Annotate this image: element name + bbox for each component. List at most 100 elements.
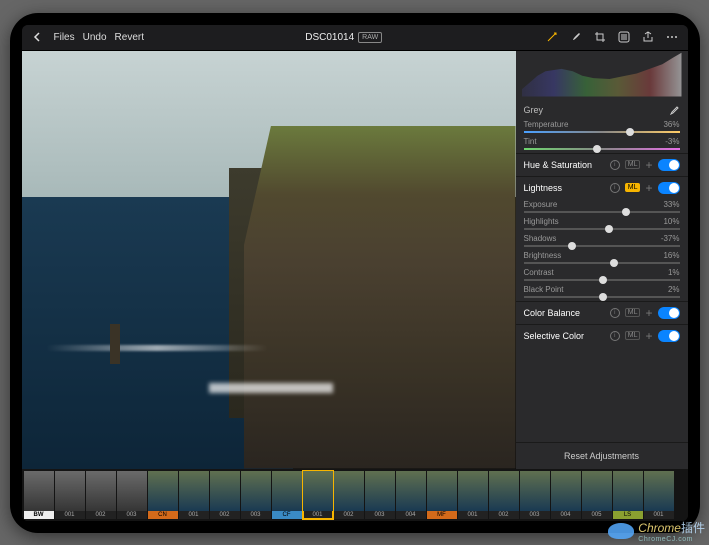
thumbnail-image xyxy=(179,471,209,511)
preset-thumbnail[interactable]: LS xyxy=(613,471,643,519)
info-icon[interactable]: i xyxy=(610,183,620,193)
preset-thumbnail[interactable]: CF xyxy=(272,471,302,519)
eyedropper-icon[interactable] xyxy=(668,104,680,116)
preset-thumbnail[interactable]: 004 xyxy=(396,471,426,519)
wand-icon[interactable] xyxy=(544,29,560,45)
preset-thumbnail[interactable]: 003 xyxy=(520,471,550,519)
thumbnail-image xyxy=(365,471,395,511)
slider-label: Exposure xyxy=(524,200,558,209)
thumbnail-label: 001 xyxy=(458,511,488,519)
selective-color-toggle[interactable] xyxy=(658,330,680,342)
preset-thumbnail[interactable]: 001 xyxy=(179,471,209,519)
thumbnail-image xyxy=(303,471,333,511)
ml-badge[interactable]: ML xyxy=(625,160,641,169)
hue-saturation-header[interactable]: Hue & Saturation i ML + xyxy=(516,153,688,176)
thumbnail-label: 004 xyxy=(396,511,426,519)
brush-icon[interactable] xyxy=(568,29,584,45)
selective-color-header[interactable]: Selective Color i ML + xyxy=(516,324,688,347)
color-balance-header[interactable]: Color Balance i ML + xyxy=(516,301,688,324)
undo-button[interactable]: Undo xyxy=(83,32,107,43)
preset-thumbnail[interactable]: 004 xyxy=(551,471,581,519)
thumbnail-label: CF xyxy=(272,511,302,519)
adjustments-icon[interactable] xyxy=(616,29,632,45)
thumbnail-image xyxy=(24,471,54,511)
more-icon[interactable] xyxy=(664,29,680,45)
slider-value: 16% xyxy=(663,251,679,260)
shadows-slider[interactable]: Shadows-37% xyxy=(516,233,688,250)
thumbnail-image xyxy=(241,471,271,511)
thumbnail-label: 003 xyxy=(117,511,147,519)
add-icon[interactable]: + xyxy=(645,330,652,342)
preset-thumbnail[interactable]: 001 xyxy=(458,471,488,519)
slider-value: 1% xyxy=(668,268,680,277)
brightness-slider[interactable]: Brightness 16% xyxy=(516,250,688,267)
ml-badge-active[interactable]: ML xyxy=(625,183,641,192)
hue-toggle[interactable] xyxy=(658,159,680,171)
back-icon[interactable] xyxy=(30,29,46,45)
tint-slider[interactable]: Tint -3% xyxy=(516,136,688,153)
crop-icon[interactable] xyxy=(592,29,608,45)
preset-thumbnail[interactable]: 005 xyxy=(582,471,612,519)
thumbnail-label: LS xyxy=(613,511,643,519)
color-balance-toggle[interactable] xyxy=(658,307,680,319)
files-button[interactable]: Files xyxy=(54,32,75,43)
add-icon[interactable]: + xyxy=(645,182,652,194)
thumbnail-label: CN xyxy=(148,511,178,519)
thumbnail-image xyxy=(334,471,364,511)
wb-preset-label[interactable]: Grey xyxy=(524,105,544,115)
preset-thumbnail[interactable]: 003 xyxy=(365,471,395,519)
thumbnail-label: 003 xyxy=(520,511,550,519)
info-icon[interactable]: i xyxy=(610,308,620,318)
preset-thumbnail[interactable]: MF xyxy=(427,471,457,519)
ml-badge[interactable]: ML xyxy=(625,308,641,317)
preset-thumbnail[interactable]: 003 xyxy=(117,471,147,519)
black-point-slider[interactable]: Black Point2% xyxy=(516,284,688,301)
lightness-title: Lightness xyxy=(524,183,563,193)
lightness-header[interactable]: Lightness i ML + xyxy=(516,176,688,199)
lightness-toggle[interactable] xyxy=(658,182,680,194)
preset-thumbnail[interactable]: 002 xyxy=(334,471,364,519)
adjustments-panel: Grey Temperature 36% Tint -3% xyxy=(516,51,688,469)
thumbnail-label: 001 xyxy=(644,511,674,519)
thumbnail-label: 004 xyxy=(551,511,581,519)
preset-thumbnail[interactable]: 001 xyxy=(644,471,674,519)
thumbnail-label: 005 xyxy=(582,511,612,519)
thumbnail-label: 001 xyxy=(55,511,85,519)
slider-label: Shadows xyxy=(524,234,557,243)
info-icon[interactable]: i xyxy=(610,160,620,170)
tint-label: Tint xyxy=(524,137,537,146)
contrast-slider[interactable]: Contrast1% xyxy=(516,267,688,284)
thumbnail-image xyxy=(644,471,674,511)
reset-adjustments-button[interactable]: Reset Adjustments xyxy=(516,442,688,469)
thumbnail-label: 002 xyxy=(86,511,116,519)
highlights-slider[interactable]: Highlights10% xyxy=(516,216,688,233)
ml-badge[interactable]: ML xyxy=(625,331,641,340)
thumbnail-label: 003 xyxy=(241,511,271,519)
add-icon[interactable]: + xyxy=(645,159,652,171)
add-icon[interactable]: + xyxy=(645,307,652,319)
slider-label: Brightness xyxy=(524,251,562,260)
info-icon[interactable]: i xyxy=(610,331,620,341)
slider-value: 2% xyxy=(668,285,680,294)
share-icon[interactable] xyxy=(640,29,656,45)
preset-thumbnail[interactable]: CN xyxy=(148,471,178,519)
preset-thumbnail[interactable]: 002 xyxy=(86,471,116,519)
raw-badge: RAW xyxy=(358,32,382,43)
preset-thumbnail[interactable]: 001 xyxy=(55,471,85,519)
exposure-slider[interactable]: Exposure 33% xyxy=(516,199,688,216)
preset-thumbnail[interactable]: BW xyxy=(24,471,54,519)
preset-thumbnail[interactable]: 002 xyxy=(489,471,519,519)
temperature-slider[interactable]: Temperature 36% xyxy=(516,119,688,136)
thumbnail-label: 001 xyxy=(303,511,333,519)
histogram[interactable] xyxy=(522,51,682,97)
preset-thumbnail[interactable]: 001 xyxy=(303,471,333,519)
preset-thumbnail[interactable]: 002 xyxy=(210,471,240,519)
thumbnail-image xyxy=(458,471,488,511)
revert-button[interactable]: Revert xyxy=(115,32,144,43)
thumbnail-label: 002 xyxy=(334,511,364,519)
photo-canvas[interactable] xyxy=(22,51,516,469)
thumbnail-label: 003 xyxy=(365,511,395,519)
slider-value: 33% xyxy=(663,200,679,209)
selective-color-title: Selective Color xyxy=(524,331,585,341)
preset-thumbnail[interactable]: 003 xyxy=(241,471,271,519)
